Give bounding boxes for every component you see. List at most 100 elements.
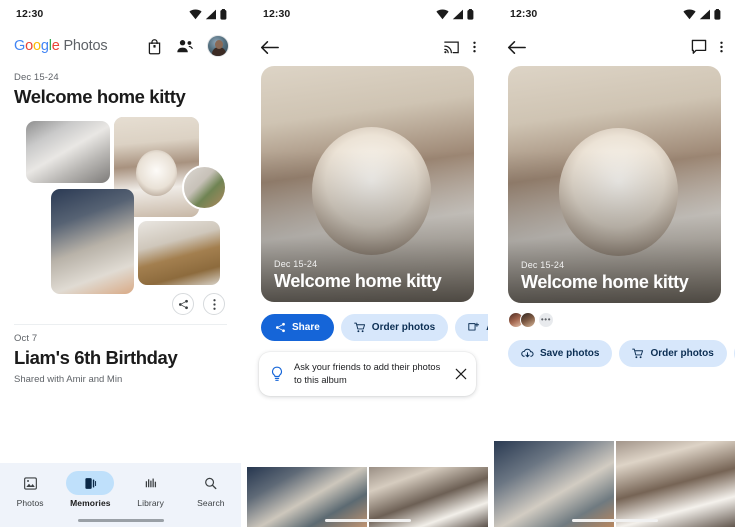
nav-item-search[interactable]: Search <box>181 471 241 508</box>
home-indicator <box>77 519 164 522</box>
back-arrow-icon[interactable] <box>260 39 279 56</box>
add-photos-icon <box>468 322 480 331</box>
nav-item-photos[interactable]: Photos <box>0 471 60 508</box>
hero-text: Dec 15-24 Welcome home kitty <box>274 259 464 292</box>
more-vert-icon[interactable] <box>473 40 476 54</box>
more-vert-icon[interactable] <box>720 40 723 54</box>
share-chip[interactable]: Share <box>261 314 334 341</box>
battery-icon <box>714 8 721 20</box>
memory-actions <box>14 293 227 315</box>
collage-photo[interactable] <box>182 165 227 210</box>
memory-title: Welcome home kitty <box>14 86 186 107</box>
memory-collage[interactable] <box>14 117 227 294</box>
battery-icon <box>220 8 227 20</box>
library-icon <box>145 478 156 487</box>
chip-label: Add <box>486 322 488 333</box>
album-photo-grid <box>247 467 488 527</box>
app-bar-actions <box>146 35 229 57</box>
status-icons <box>683 8 721 20</box>
nav-label: Search <box>197 498 225 508</box>
store-bag-icon[interactable] <box>146 38 163 55</box>
status-icons <box>436 8 474 20</box>
home-indicator <box>324 519 411 522</box>
app-bar-actions <box>443 40 476 55</box>
member-avatar[interactable] <box>520 312 536 328</box>
album-members[interactable]: ••• <box>494 303 735 328</box>
back-arrow-icon[interactable] <box>507 39 526 56</box>
account-avatar[interactable] <box>207 35 229 57</box>
app-bar <box>494 28 735 66</box>
share-button[interactable] <box>172 293 194 315</box>
app-bar: Google Photos <box>0 28 241 64</box>
chip-label: Save photos <box>540 348 600 359</box>
collage-photo[interactable] <box>51 189 134 294</box>
album-hero-photo[interactable]: Dec 15-24 Welcome home kitty <box>261 66 474 302</box>
phone-panel-album-owner: 12:30 Dec 15-24 Welcome home kitty Share… <box>247 0 488 527</box>
album-action-chips: Save photos Order photos <box>494 328 735 367</box>
memory-date: Oct 7 <box>14 333 38 344</box>
share-icon <box>178 299 188 309</box>
album-hero-wrap: Dec 15-24 Welcome home kitty <box>247 66 488 302</box>
cart-icon <box>632 348 644 359</box>
nav-label: Memories <box>70 498 111 508</box>
album-date: Dec 15-24 <box>521 260 565 270</box>
save-photos-chip[interactable]: Save photos <box>508 340 613 367</box>
sharing-people-icon[interactable] <box>176 38 194 54</box>
order-photos-chip[interactable]: Order photos <box>340 314 449 341</box>
status-icons <box>189 8 227 20</box>
grid-photo[interactable] <box>368 467 488 527</box>
app-bar-actions <box>691 39 723 55</box>
memory-title: Liam's 6th Birthday <box>14 347 178 368</box>
wifi-icon <box>436 9 449 19</box>
collage-photo[interactable] <box>26 121 110 183</box>
comment-icon[interactable] <box>691 39 707 55</box>
status-time: 12:30 <box>263 8 291 20</box>
order-photos-chip[interactable]: Order photos <box>619 340 727 367</box>
more-options-button[interactable] <box>203 293 225 315</box>
wifi-icon <box>189 9 202 19</box>
phone-panel-memories-feed: 12:30 Google Photos Dec 15-24 Welcome ho… <box>0 0 241 527</box>
more-dots-icon[interactable]: ••• <box>538 312 554 328</box>
tip-banner[interactable]: Ask your friends to add their photos to … <box>259 352 476 396</box>
app-bar <box>247 28 488 66</box>
nav-item-memories[interactable]: Memories <box>60 471 120 508</box>
memory-card-welcome-home-kitty[interactable]: Dec 15-24 Welcome home kitty <box>0 72 241 325</box>
cast-icon[interactable] <box>443 40 460 55</box>
chip-label: Order photos <box>650 348 714 359</box>
nav-pill <box>187 471 235 495</box>
screenshot-stage: 12:30 Google Photos Dec 15-24 Welcome ho… <box>0 0 737 527</box>
status-time: 12:30 <box>510 8 538 20</box>
hero-text: Dec 15-24 Welcome home kitty <box>521 260 711 293</box>
home-indicator <box>571 519 658 522</box>
phone-panel-album-recipient: 12:30 Dec 15-24 Welcome home kitty ••• S… <box>494 0 735 527</box>
album-photo-grid <box>494 441 735 527</box>
nav-item-library[interactable]: Library <box>121 471 181 508</box>
add-photos-chip[interactable]: Add <box>455 314 488 341</box>
close-icon[interactable] <box>455 368 467 380</box>
signal-icon <box>205 9 216 19</box>
grid-photo[interactable] <box>247 467 367 527</box>
photos-icon <box>23 476 37 490</box>
cloud-download-icon <box>521 348 534 358</box>
memory-card-liams-birthday[interactable]: Oct 7 Liam's 6th Birthday Shared with Am… <box>0 333 241 385</box>
album-hero-photo[interactable]: Dec 15-24 Welcome home kitty <box>508 66 721 303</box>
grid-photo[interactable] <box>615 441 735 527</box>
nav-pill <box>66 471 115 495</box>
grid-photo[interactable] <box>494 441 614 527</box>
more-vert-icon <box>212 298 216 310</box>
status-time: 12:30 <box>16 8 44 20</box>
status-bar: 12:30 <box>247 0 488 28</box>
nav-label: Photos <box>16 498 44 508</box>
share-icon <box>275 322 285 333</box>
cart-icon <box>353 322 365 333</box>
memory-date: Dec 15-24 <box>14 72 59 83</box>
add-photos-chip[interactable] <box>733 340 735 367</box>
collage-photo[interactable] <box>138 221 220 285</box>
status-bar: 12:30 <box>494 0 735 28</box>
album-title: Welcome home kitty <box>521 272 689 292</box>
tip-text: Ask your friends to add their photos to … <box>294 362 441 385</box>
album-title: Welcome home kitty <box>274 271 442 291</box>
album-hero-wrap: Dec 15-24 Welcome home kitty <box>494 66 735 303</box>
nav-pill <box>127 471 175 495</box>
nav-pill <box>6 471 54 495</box>
